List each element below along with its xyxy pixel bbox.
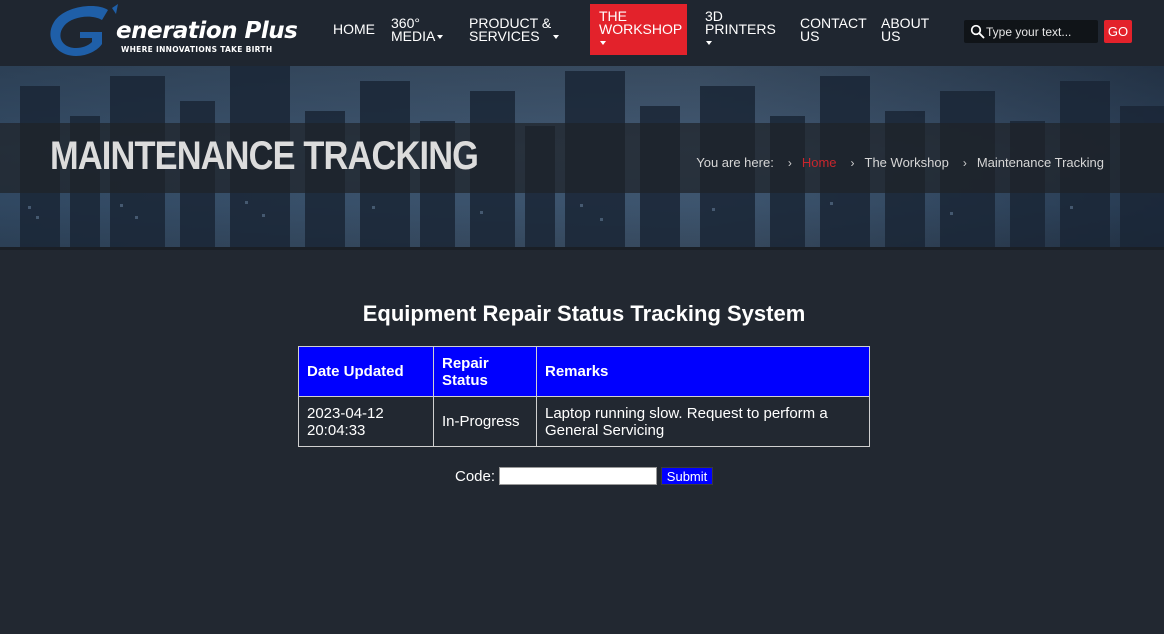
column-header-date-updated: Date Updated bbox=[298, 346, 434, 397]
caret-down-icon bbox=[437, 35, 444, 40]
column-header-label: Remarks bbox=[545, 363, 609, 380]
search-go-button[interactable]: GO bbox=[1104, 20, 1132, 43]
logo-g-mark-icon bbox=[50, 4, 118, 56]
nav-item-the-workshop[interactable]: THE WORKSHOP bbox=[599, 8, 683, 50]
nav-label-about-us: ABOUT US bbox=[881, 15, 930, 44]
nav-label-contact-us: CONTACT US bbox=[800, 15, 867, 44]
submit-button[interactable]: Submit bbox=[661, 467, 714, 485]
chevron-right-icon: › bbox=[850, 155, 855, 170]
nav-item-3d-printers[interactable]: 3D PRINTERS bbox=[705, 8, 776, 50]
nav-item-about-us[interactable]: ABOUT US bbox=[881, 15, 930, 47]
breadcrumb: You are here: › Home › The Workshop › Ma… bbox=[696, 155, 1104, 170]
breadcrumb-prefix: You are here: bbox=[696, 155, 774, 170]
code-input[interactable] bbox=[499, 467, 658, 485]
search-icon bbox=[970, 24, 985, 39]
column-header-label: Date Updated bbox=[307, 363, 404, 380]
cell-date-updated: 2023-04-12 20:04:33 bbox=[298, 396, 434, 447]
cell-repair-status: In-Progress bbox=[433, 396, 537, 447]
cell-text: 2023-04-12 20:04:33 bbox=[307, 404, 384, 439]
nav-label-3d-printers: 3D PRINTERS bbox=[705, 8, 776, 37]
top-navigation-bar: eneration Plus WHERE INNOVATIONS TAKE BI… bbox=[0, 0, 1164, 66]
tracking-system-heading: Equipment Repair Status Tracking System bbox=[362, 301, 806, 326]
chevron-right-icon: › bbox=[787, 155, 792, 170]
search-input[interactable] bbox=[986, 20, 1096, 43]
cell-remarks: Laptop running slow. Request to perform … bbox=[536, 396, 870, 447]
chevron-right-icon: › bbox=[962, 155, 967, 170]
nav-item-product-services[interactable]: PRODUCT & SERVICES bbox=[469, 15, 560, 47]
cell-text: Laptop running slow. Request to perform … bbox=[545, 404, 828, 439]
page-banner: MAINTENANCE TRACKING You are here: › Hom… bbox=[0, 66, 1164, 250]
nav-label-360-media: 360° MEDIA bbox=[391, 15, 436, 44]
logo-wordmark: eneration Plus bbox=[116, 18, 298, 44]
nav-label-product-services: PRODUCT & SERVICES bbox=[469, 15, 552, 44]
code-lookup-form: Code: Submit bbox=[455, 466, 714, 486]
site-logo[interactable]: eneration Plus WHERE INNOVATIONS TAKE BI… bbox=[46, 4, 306, 62]
breadcrumb-home-link[interactable]: Home bbox=[802, 155, 837, 170]
nav-item-360-media[interactable]: 360° MEDIA bbox=[391, 15, 444, 47]
code-label: Code: bbox=[455, 467, 496, 485]
column-header-label: Repair Status bbox=[442, 354, 489, 389]
table-header-row: Date Updated Repair Status Remarks bbox=[298, 346, 870, 397]
breadcrumb-current: Maintenance Tracking bbox=[976, 155, 1104, 170]
cell-text: In-Progress bbox=[442, 413, 520, 430]
caret-down-icon bbox=[706, 41, 712, 46]
caret-down-icon bbox=[553, 35, 560, 40]
nav-item-home[interactable]: HOME bbox=[333, 21, 375, 43]
caret-down-icon bbox=[600, 41, 606, 46]
nav-label-home: HOME bbox=[333, 21, 375, 37]
nav-label-the-workshop: THE WORKSHOP bbox=[599, 8, 683, 37]
search-box bbox=[964, 20, 1098, 43]
repair-status-table: Date Updated Repair Status Remarks 2023-… bbox=[298, 346, 870, 447]
column-header-remarks: Remarks bbox=[536, 346, 870, 397]
column-header-repair-status: Repair Status bbox=[433, 346, 537, 397]
breadcrumb-workshop-link[interactable]: The Workshop bbox=[865, 155, 949, 170]
logo-tagline: WHERE INNOVATIONS TAKE BIRTH bbox=[121, 45, 273, 54]
table-row: 2023-04-12 20:04:33 In-Progress Laptop r… bbox=[298, 396, 870, 447]
banner-divider bbox=[0, 247, 1164, 250]
nav-item-contact-us[interactable]: CONTACT US bbox=[800, 15, 867, 47]
page-title: MAINTENANCE TRACKING bbox=[50, 134, 479, 178]
